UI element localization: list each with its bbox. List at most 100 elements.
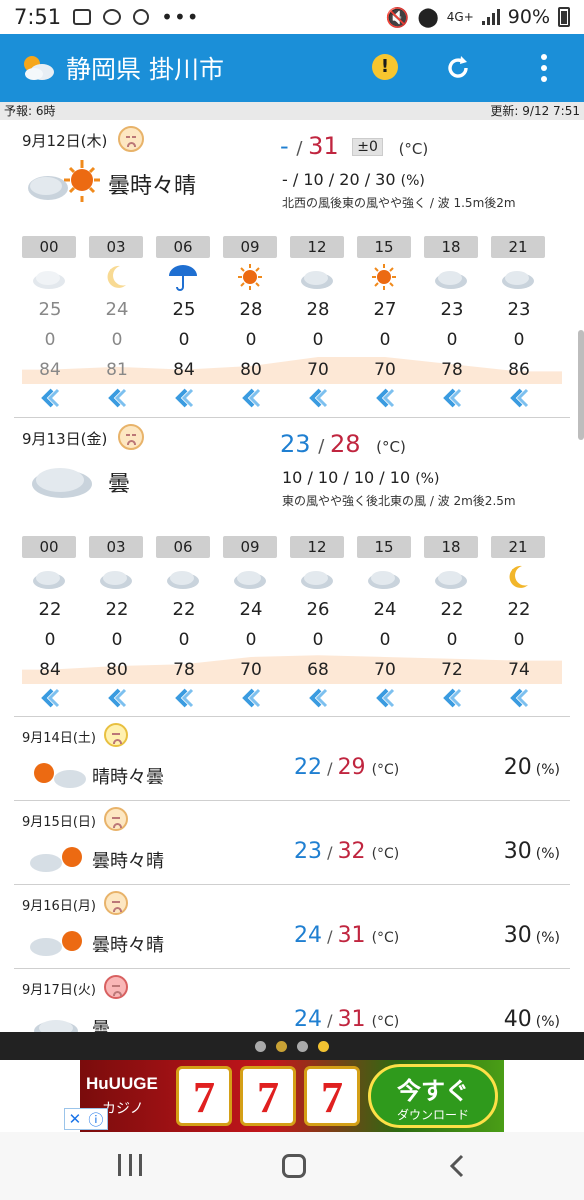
weather-label: 曇 bbox=[108, 472, 131, 497]
temp-low: 23 bbox=[280, 430, 311, 458]
temp-low: 23 bbox=[294, 839, 322, 864]
wind-direction-icon bbox=[507, 388, 531, 408]
hour-label: 18 bbox=[424, 236, 478, 258]
warning-icon[interactable]: ! bbox=[372, 54, 398, 80]
precip-value: 30 bbox=[503, 923, 532, 948]
hour-label: 18 bbox=[424, 536, 478, 558]
page-title: 静岡県 掛川市 bbox=[66, 55, 224, 84]
temp-low: 24 bbox=[294, 1007, 322, 1032]
page-dot-active[interactable] bbox=[318, 1040, 329, 1052]
hour-humidity: 74 bbox=[508, 660, 530, 680]
hour-label: 03 bbox=[89, 536, 143, 558]
hour-label: 15 bbox=[357, 536, 411, 558]
umbrella-icon bbox=[163, 263, 203, 291]
cloud-icon bbox=[498, 263, 538, 291]
page-dot[interactable] bbox=[297, 1040, 308, 1052]
cloud-icon bbox=[163, 563, 203, 591]
hour-label: 09 bbox=[223, 536, 277, 558]
wind-direction-icon bbox=[105, 388, 129, 408]
hour-temp: 26 bbox=[306, 599, 330, 620]
wind-direction-icon bbox=[306, 688, 330, 708]
precip-probability: 30 (%) bbox=[504, 839, 560, 864]
cloudy-sunny-icon bbox=[30, 931, 82, 956]
hour-label: 06 bbox=[156, 236, 210, 258]
slot-reel: 7 bbox=[304, 1066, 360, 1126]
precip-value: 30 bbox=[503, 839, 532, 864]
daily-forecast-row[interactable]: 9月14日(土) 晴時々曇 22 / 29 (°C) 20 (%) bbox=[0, 717, 584, 801]
comfort-face-icon bbox=[118, 424, 144, 450]
hour-precip: 0 bbox=[44, 630, 56, 650]
hour-label: 03 bbox=[89, 236, 143, 258]
wind-direction-icon bbox=[373, 388, 397, 408]
cloud-icon bbox=[29, 263, 69, 291]
ad-cta-sub: ダウンロード bbox=[396, 1108, 469, 1122]
back-button[interactable] bbox=[448, 1154, 468, 1178]
comfort-face-icon bbox=[104, 975, 128, 999]
precip-unit: (%) bbox=[535, 930, 560, 946]
daily-forecast-row[interactable]: 9月16日(月) 曇時々晴 24 / 31 (°C) 30 (%) bbox=[0, 885, 584, 969]
temp-change-badge: ±0 bbox=[352, 138, 383, 156]
hour-precip: 0 bbox=[312, 330, 324, 350]
scrollbar[interactable] bbox=[578, 330, 584, 440]
wind-direction-icon bbox=[239, 688, 263, 708]
comfort-face-icon bbox=[104, 891, 128, 915]
signal-icon bbox=[481, 9, 500, 25]
weather-label: 晴時々曇 bbox=[92, 767, 164, 788]
notification-icon bbox=[73, 9, 92, 25]
hour-precip: 0 bbox=[513, 330, 525, 350]
slot-reel: 7 bbox=[240, 1066, 296, 1126]
temp-high: 28 bbox=[329, 430, 361, 458]
cloud-icon bbox=[96, 563, 136, 591]
temp-unit: (°C) bbox=[376, 438, 406, 456]
hour-humidity: 72 bbox=[441, 660, 463, 680]
app-logo-icon bbox=[24, 56, 54, 80]
hour-label: 00 bbox=[22, 236, 76, 258]
weather-label: 曇時々晴 bbox=[108, 174, 197, 199]
hour-humidity: 70 bbox=[374, 360, 396, 380]
wind-direction-icon bbox=[172, 388, 196, 408]
hour-precip: 0 bbox=[379, 630, 391, 650]
page-dot[interactable] bbox=[255, 1040, 266, 1052]
ad-subtitle: カジノ bbox=[102, 1101, 144, 1117]
ad-download-button[interactable]: 今すぐ ダウンロード bbox=[368, 1064, 498, 1128]
precip-value: 20 bbox=[503, 755, 532, 780]
hour-precip: 0 bbox=[178, 630, 190, 650]
page-dot[interactable] bbox=[276, 1040, 287, 1052]
moon-icon bbox=[96, 263, 136, 291]
home-button[interactable] bbox=[282, 1154, 306, 1178]
hour-humidity: 78 bbox=[173, 660, 195, 680]
precip-values: - / 10 / 20 / 30 bbox=[282, 170, 396, 189]
wind-direction-icon bbox=[38, 388, 62, 408]
cloud-icon bbox=[431, 263, 471, 291]
sunny-cloudy-icon bbox=[34, 763, 86, 788]
hour-temp: 27 bbox=[373, 299, 397, 320]
wind-direction-icon bbox=[373, 688, 397, 708]
hour-precip: 0 bbox=[111, 330, 123, 350]
ad-close-button[interactable]: ✕ ⓘ bbox=[64, 1108, 108, 1130]
hour-label: 15 bbox=[357, 236, 411, 258]
recents-button[interactable] bbox=[118, 1154, 142, 1178]
ad-image[interactable]: HuUUGE カジノ 7 7 7 今すぐ ダウンロード bbox=[80, 1060, 504, 1132]
hour-humidity: 68 bbox=[307, 660, 329, 680]
sun-icon bbox=[230, 263, 270, 291]
temp-unit: (°C) bbox=[398, 140, 429, 158]
mute-icon: 🔇 bbox=[385, 6, 410, 29]
hour-temp: 28 bbox=[306, 299, 330, 320]
temp-range: 23 / 28 (°C) bbox=[280, 430, 406, 458]
hour-precip: 0 bbox=[379, 330, 391, 350]
more-notifications-icon: ••• bbox=[161, 5, 200, 29]
ad-banner[interactable]: HuUUGE カジノ 7 7 7 今すぐ ダウンロード ✕ ⓘ bbox=[0, 1060, 584, 1132]
hour-temp: 22 bbox=[507, 599, 531, 620]
hour-humidity: 78 bbox=[441, 360, 463, 380]
refresh-icon[interactable] bbox=[444, 54, 472, 82]
hour-temp: 24 bbox=[373, 599, 397, 620]
temp-unit: (°C) bbox=[371, 930, 400, 946]
temp-range: 22 / 29 (°C) bbox=[294, 755, 400, 780]
hour-precip: 0 bbox=[245, 630, 257, 650]
hour-temp: 23 bbox=[507, 299, 531, 320]
overflow-menu-icon[interactable] bbox=[540, 54, 548, 82]
status-bar: 7:51 ••• 🔇 ⬤ 4G+ 90% bbox=[0, 0, 584, 34]
update-time: 更新: 9/12 7:51 bbox=[490, 104, 580, 118]
comfort-face-icon bbox=[104, 723, 128, 747]
daily-forecast-row[interactable]: 9月15日(日) 曇時々晴 23 / 32 (°C) 30 (%) bbox=[0, 801, 584, 885]
